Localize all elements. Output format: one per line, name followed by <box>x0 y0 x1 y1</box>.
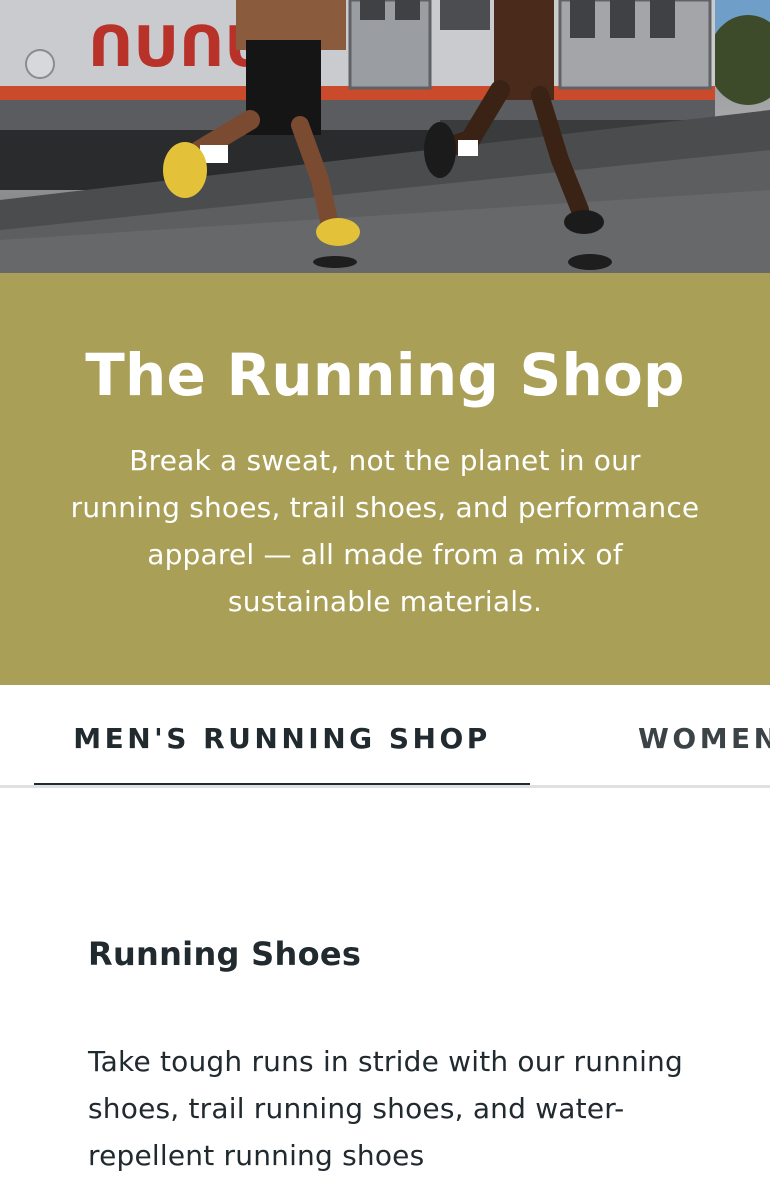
page-title: The Running Shop <box>85 341 685 409</box>
tabs-divider <box>0 785 770 788</box>
hero-image: ᑎᑌᑎᑌI <box>0 0 770 273</box>
section-heading: Running Shoes <box>88 935 362 973</box>
section-body: Take tough runs in stride with our runni… <box>88 1045 683 1172</box>
running-shop-banner: The Running Shop Break a sweat, not the … <box>0 273 770 685</box>
tab-label: MEN'S RUNNING SHOP <box>73 722 491 755</box>
banner-description: Break a sweat, not the planet in our run… <box>70 444 700 618</box>
tab-womens-running-shop[interactable]: WOMEN'S RUNNING SHOP <box>638 685 770 788</box>
shop-tabs: MEN'S RUNNING SHOP WOMEN'S RUNNING SHOP <box>0 685 770 788</box>
tab-mens-running-shop[interactable]: MEN'S RUNNING SHOP <box>34 685 530 788</box>
tab-label: WOMEN'S RUNNING SHOP <box>638 722 770 755</box>
